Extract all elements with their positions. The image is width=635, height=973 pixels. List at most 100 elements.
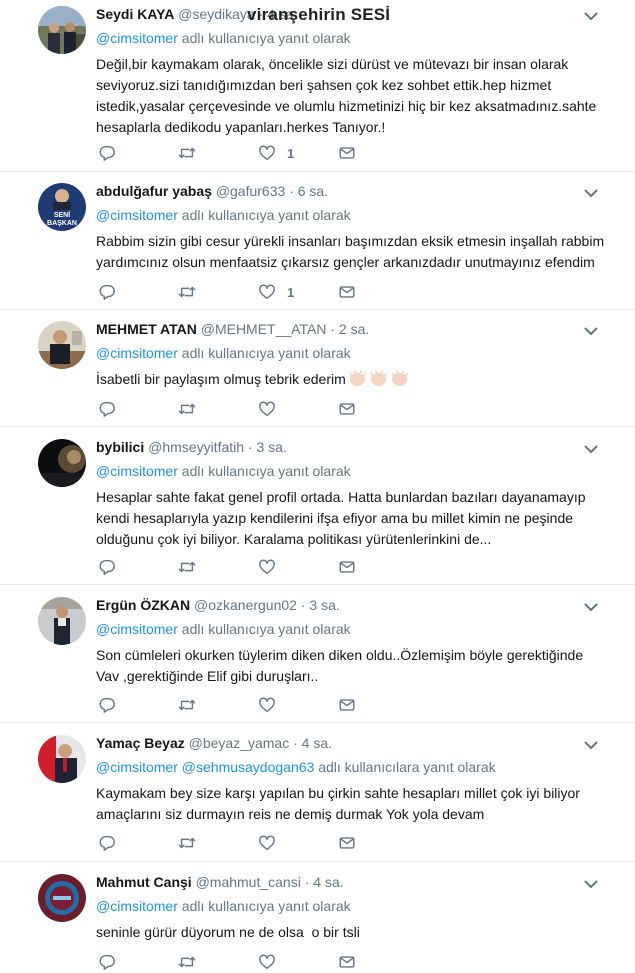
like-button[interactable]	[258, 952, 276, 972]
mention-link[interactable]: @sehmusaydogan63	[182, 759, 315, 775]
tweet[interactable]: Mahmut Canşi @mahmut_cansi · 4 sa. @cims…	[0, 862, 635, 973]
like-button[interactable]: 1	[258, 143, 294, 163]
tweet-header: Mahmut Canşi @mahmut_cansi · 4 sa.	[96, 873, 605, 892]
timestamp[interactable]: · 6 sa.	[289, 183, 328, 199]
retweet-button[interactable]	[178, 143, 196, 163]
avatar[interactable]	[38, 439, 86, 487]
timestamp[interactable]: · 4 sa.	[293, 735, 332, 751]
dm-button[interactable]	[338, 833, 356, 853]
like-button[interactable]	[258, 399, 276, 419]
user-name[interactable]: Yamaç Beyaz	[96, 735, 185, 751]
mention-link[interactable]: @cimsitomer	[96, 621, 178, 637]
timestamp[interactable]: · 2 sa.	[330, 321, 369, 337]
timestamp[interactable]: · 3 sa.	[248, 439, 287, 455]
tweet-text: Kaymakam bey size karşı yapılan bu çirki…	[96, 785, 580, 822]
heart-icon	[259, 835, 275, 851]
avatar-text: BAŞKAN	[47, 220, 77, 227]
tweet[interactable]: bybilici @hmseyyitfatih · 3 sa. @cimsito…	[0, 427, 635, 585]
like-button[interactable]	[258, 695, 276, 715]
timestamp[interactable]: · 4 sa.	[305, 874, 344, 890]
reply-button[interactable]	[98, 143, 116, 163]
chevron-down-icon[interactable]	[583, 441, 599, 457]
user-handle[interactable]: @gafur633	[216, 183, 285, 199]
envelope-icon	[339, 561, 355, 573]
tweet[interactable]: Ergün ÖZKAN @ozkanergun02 · 3 sa. @cimsi…	[0, 585, 635, 723]
envelope-icon	[339, 956, 355, 968]
heart-icon	[259, 559, 275, 575]
reply-button[interactable]	[98, 695, 116, 715]
avatar[interactable]	[38, 874, 86, 922]
user-handle[interactable]: @ozkanergun02	[194, 597, 297, 613]
like-button[interactable]	[258, 833, 276, 853]
retweet-button[interactable]	[178, 282, 196, 302]
mention-link[interactable]: @cimsitomer	[96, 463, 178, 479]
chevron-down-icon[interactable]	[583, 323, 599, 339]
tweet[interactable]: Seydi KAYA @seydikaya · 4 sa. @cimsitome…	[0, 0, 635, 172]
tweet-text: Son cümleleri okurken tüylerim diken dik…	[96, 647, 584, 684]
chevron-down-icon[interactable]	[583, 185, 599, 201]
dm-button[interactable]	[338, 952, 356, 972]
avatar-text: SENİ	[54, 211, 70, 219]
reply-button[interactable]	[98, 833, 116, 853]
user-name[interactable]: Ergün ÖZKAN	[96, 597, 190, 613]
dm-button[interactable]	[338, 399, 356, 419]
user-handle[interactable]: @beyaz_yamac	[189, 735, 290, 751]
reply-icon	[99, 284, 115, 300]
avatar[interactable]	[38, 735, 86, 783]
dm-button[interactable]	[338, 695, 356, 715]
reply-context: @cimsitomer adlı kullanıcıya yanıt olara…	[96, 206, 605, 225]
user-handle[interactable]: @seydikaya	[178, 6, 254, 22]
reply-button[interactable]	[98, 282, 116, 302]
user-name[interactable]: Mahmut Canşi	[96, 874, 192, 890]
avatar[interactable]	[38, 6, 86, 54]
avatar[interactable]	[38, 597, 86, 645]
user-name[interactable]: abdulğafur yabaş	[96, 183, 212, 199]
mention-link[interactable]: @cimsitomer	[96, 207, 178, 223]
dm-button[interactable]	[338, 143, 356, 163]
user-handle[interactable]: @mahmut_cansi	[196, 874, 301, 890]
like-button[interactable]	[258, 557, 276, 577]
retweet-button[interactable]	[178, 833, 196, 853]
envelope-icon	[339, 699, 355, 711]
watermark: viranşehirin SESİ	[247, 5, 391, 24]
clapping-hands-emoji	[349, 370, 366, 387]
retweet-icon	[178, 561, 196, 573]
user-handle[interactable]: @MEHMET__ATAN	[201, 321, 327, 337]
retweet-button[interactable]	[178, 399, 196, 419]
tweet[interactable]: SENİ BAŞKAN abdulğafur yabaş @gafur633 ·…	[0, 172, 635, 310]
retweet-icon	[178, 956, 196, 968]
tweet-header: Yamaç Beyaz @beyaz_yamac · 4 sa.	[96, 734, 605, 753]
dm-button[interactable]	[338, 282, 356, 302]
user-handle[interactable]: @hmseyyitfatih	[148, 439, 244, 455]
mention-link[interactable]: @cimsitomer	[96, 345, 178, 361]
chevron-down-icon[interactable]	[583, 876, 599, 892]
retweet-button[interactable]	[178, 952, 196, 972]
reply-suffix: adlı kullanıcıya yanıt olarak	[181, 621, 351, 637]
tweet[interactable]: Yamaç Beyaz @beyaz_yamac · 4 sa. @cimsit…	[0, 723, 635, 862]
user-name[interactable]: Seydi KAYA	[96, 6, 174, 22]
tweet-actions	[96, 399, 396, 419]
avatar[interactable]: SENİ BAŞKAN	[38, 183, 86, 231]
mention-link[interactable]: @cimsitomer	[96, 30, 178, 46]
mention-link[interactable]: @cimsitomer	[96, 898, 178, 914]
chevron-down-icon[interactable]	[583, 599, 599, 615]
reply-button[interactable]	[98, 557, 116, 577]
tweet[interactable]: MEHMET ATAN @MEHMET__ATAN · 2 sa. @cimsi…	[0, 310, 635, 427]
like-count: 1	[287, 284, 295, 300]
like-button[interactable]: 1	[258, 282, 294, 302]
retweet-button[interactable]	[178, 557, 196, 577]
chevron-down-icon[interactable]	[583, 8, 599, 24]
tweet-header: MEHMET ATAN @MEHMET__ATAN · 2 sa.	[96, 320, 605, 339]
user-name[interactable]: MEHMET ATAN	[96, 321, 197, 337]
dm-button[interactable]	[338, 557, 356, 577]
chevron-down-icon[interactable]	[583, 737, 599, 753]
reply-icon	[99, 559, 115, 575]
reply-button[interactable]	[98, 399, 116, 419]
avatar[interactable]	[38, 321, 86, 369]
reply-button[interactable]	[98, 952, 116, 972]
mention-link[interactable]: @cimsitomer	[96, 759, 178, 775]
timestamp[interactable]: · 3 sa.	[301, 597, 340, 613]
user-name[interactable]: bybilici	[96, 439, 144, 455]
retweet-button[interactable]	[178, 695, 196, 715]
tweet-actions: 1	[96, 143, 396, 163]
